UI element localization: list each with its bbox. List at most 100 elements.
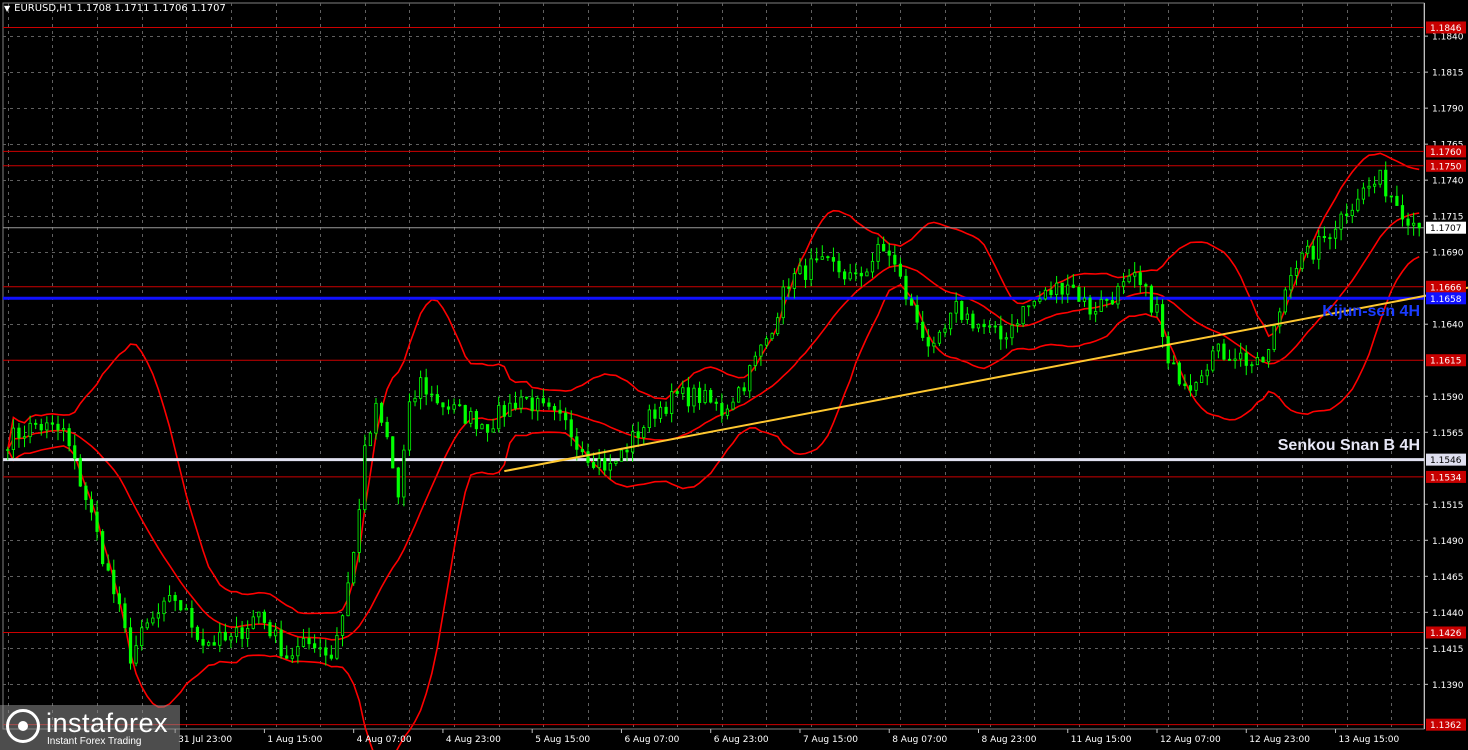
- price-tag-2: 1.1750: [1430, 162, 1462, 172]
- candle-body-221: [1239, 352, 1243, 360]
- candle-body-248: [1389, 195, 1393, 198]
- candle-body-167: [937, 331, 942, 344]
- candle-body-164: [921, 321, 925, 338]
- candle-body-116: [653, 409, 657, 419]
- candle-body-161: [904, 275, 908, 300]
- candle-body-32: [184, 608, 188, 611]
- candle-body-9: [56, 423, 60, 431]
- x-tick-label-7: 7 Aug 15:00: [803, 735, 858, 745]
- y-tick-label-8: 1.1590: [1432, 393, 1464, 403]
- candle-body-77: [435, 394, 439, 404]
- x-tick-label-10: 11 Aug 15:00: [1071, 735, 1132, 745]
- candle-body-3: [22, 436, 27, 439]
- candle-body-90: [508, 402, 512, 417]
- candle-body-96: [541, 398, 545, 404]
- candle-body-150: [843, 271, 847, 280]
- candle-body-189: [1060, 282, 1064, 295]
- x-tick-label-11: 12 Aug 07:00: [1160, 735, 1221, 745]
- candle-body-45: [257, 611, 261, 618]
- candle-body-57: [324, 647, 328, 656]
- symbol-dropdown-icon[interactable]: ▼: [4, 4, 10, 13]
- price-chart[interactable]: 1.18401.18151.17901.17651.17401.17151.16…: [0, 0, 1468, 750]
- candle-body-33: [190, 608, 194, 628]
- candle-body-122: [686, 387, 690, 407]
- candle-body-219: [1227, 358, 1232, 361]
- candle-body-99: [558, 409, 562, 414]
- instaforex-watermark: instaforex Instant Forex Trading: [0, 705, 180, 750]
- candle-body-86: [485, 424, 490, 433]
- y-tick-label-12: 1.1465: [1432, 573, 1464, 583]
- y-tick-label-7: 1.1640: [1432, 321, 1464, 331]
- candle-body-129: [725, 408, 730, 416]
- candle-body-28: [162, 600, 166, 615]
- candle-body-155: [870, 260, 875, 273]
- candle-body-245: [1372, 183, 1377, 187]
- candle-body-123: [692, 387, 696, 407]
- candle-body-63: [357, 509, 361, 553]
- candle-body-231: [1294, 268, 1299, 276]
- candle-body-118: [664, 406, 668, 414]
- candle-body-176: [988, 325, 992, 328]
- candle-body-166: [932, 342, 936, 347]
- candle-body-139: [781, 286, 785, 319]
- candle-body-186: [1043, 289, 1048, 300]
- candle-body-252: [1412, 222, 1416, 226]
- price-tag-8: 1.1534: [1430, 473, 1462, 483]
- candle-body-224: [1255, 357, 1260, 366]
- candle-body-70: [396, 467, 400, 498]
- candle-body-100: [564, 412, 568, 421]
- candle-body-216: [1211, 350, 1215, 371]
- candle-body-102: [575, 436, 579, 450]
- candle-body-181: [1015, 323, 1020, 326]
- candle-body-253: [1417, 222, 1421, 229]
- candle-body-24: [140, 627, 144, 647]
- candle-body-205: [1149, 285, 1154, 313]
- candle-body-149: [837, 260, 841, 273]
- candle-body-226: [1266, 349, 1271, 363]
- candle-body-43: [246, 628, 250, 639]
- candle-body-130: [731, 401, 735, 410]
- candle-body-40: [229, 636, 233, 641]
- candle-body-22: [128, 627, 133, 664]
- candle-body-55: [313, 643, 317, 649]
- candle-body-20: [117, 593, 121, 605]
- candle-body-41: [234, 627, 239, 637]
- candle-body-15: [89, 499, 94, 513]
- candle-body-39: [223, 631, 227, 641]
- candle-body-217: [1216, 343, 1220, 352]
- candle-body-83: [469, 411, 473, 424]
- y-tick-label-1: 1.1815: [1432, 69, 1464, 79]
- candle-body-103: [580, 448, 584, 453]
- candle-body-220: [1233, 358, 1237, 361]
- candle-body-242: [1356, 198, 1360, 211]
- candle-body-177: [993, 325, 997, 328]
- candle-body-13: [78, 457, 82, 487]
- candle-body-244: [1367, 185, 1371, 189]
- candle-body-141: [792, 273, 796, 289]
- candle-body-142: [798, 265, 802, 275]
- candle-body-197: [1105, 299, 1109, 301]
- candle-body-187: [1049, 289, 1053, 295]
- candle-body-53: [301, 637, 306, 647]
- candle-body-37: [212, 642, 216, 646]
- y-tick-label-15: 1.1390: [1432, 681, 1464, 691]
- x-tick-label-13: 13 Aug 15:00: [1339, 735, 1400, 745]
- candle-body-0: [6, 449, 10, 451]
- candle-body-234: [1311, 245, 1315, 260]
- candle-body-69: [391, 436, 395, 469]
- candle-body-108: [608, 463, 612, 471]
- annotation-0: Kijun-sen 4H: [1322, 303, 1420, 320]
- candle-body-67: [379, 402, 384, 423]
- candle-body-251: [1406, 218, 1410, 226]
- candle-body-232: [1300, 252, 1304, 269]
- plot-frame: [2, 2, 1425, 730]
- candle-body-38: [218, 631, 222, 646]
- candle-body-115: [647, 409, 651, 429]
- candle-body-203: [1138, 272, 1142, 285]
- x-tick-label-1: 1 Aug 15:00: [267, 735, 322, 745]
- y-tick-label-14: 1.1415: [1432, 645, 1464, 655]
- candle-body-213: [1194, 382, 1198, 391]
- candle-body-200: [1121, 281, 1126, 287]
- candle-body-113: [636, 431, 640, 439]
- candle-body-6: [39, 423, 43, 431]
